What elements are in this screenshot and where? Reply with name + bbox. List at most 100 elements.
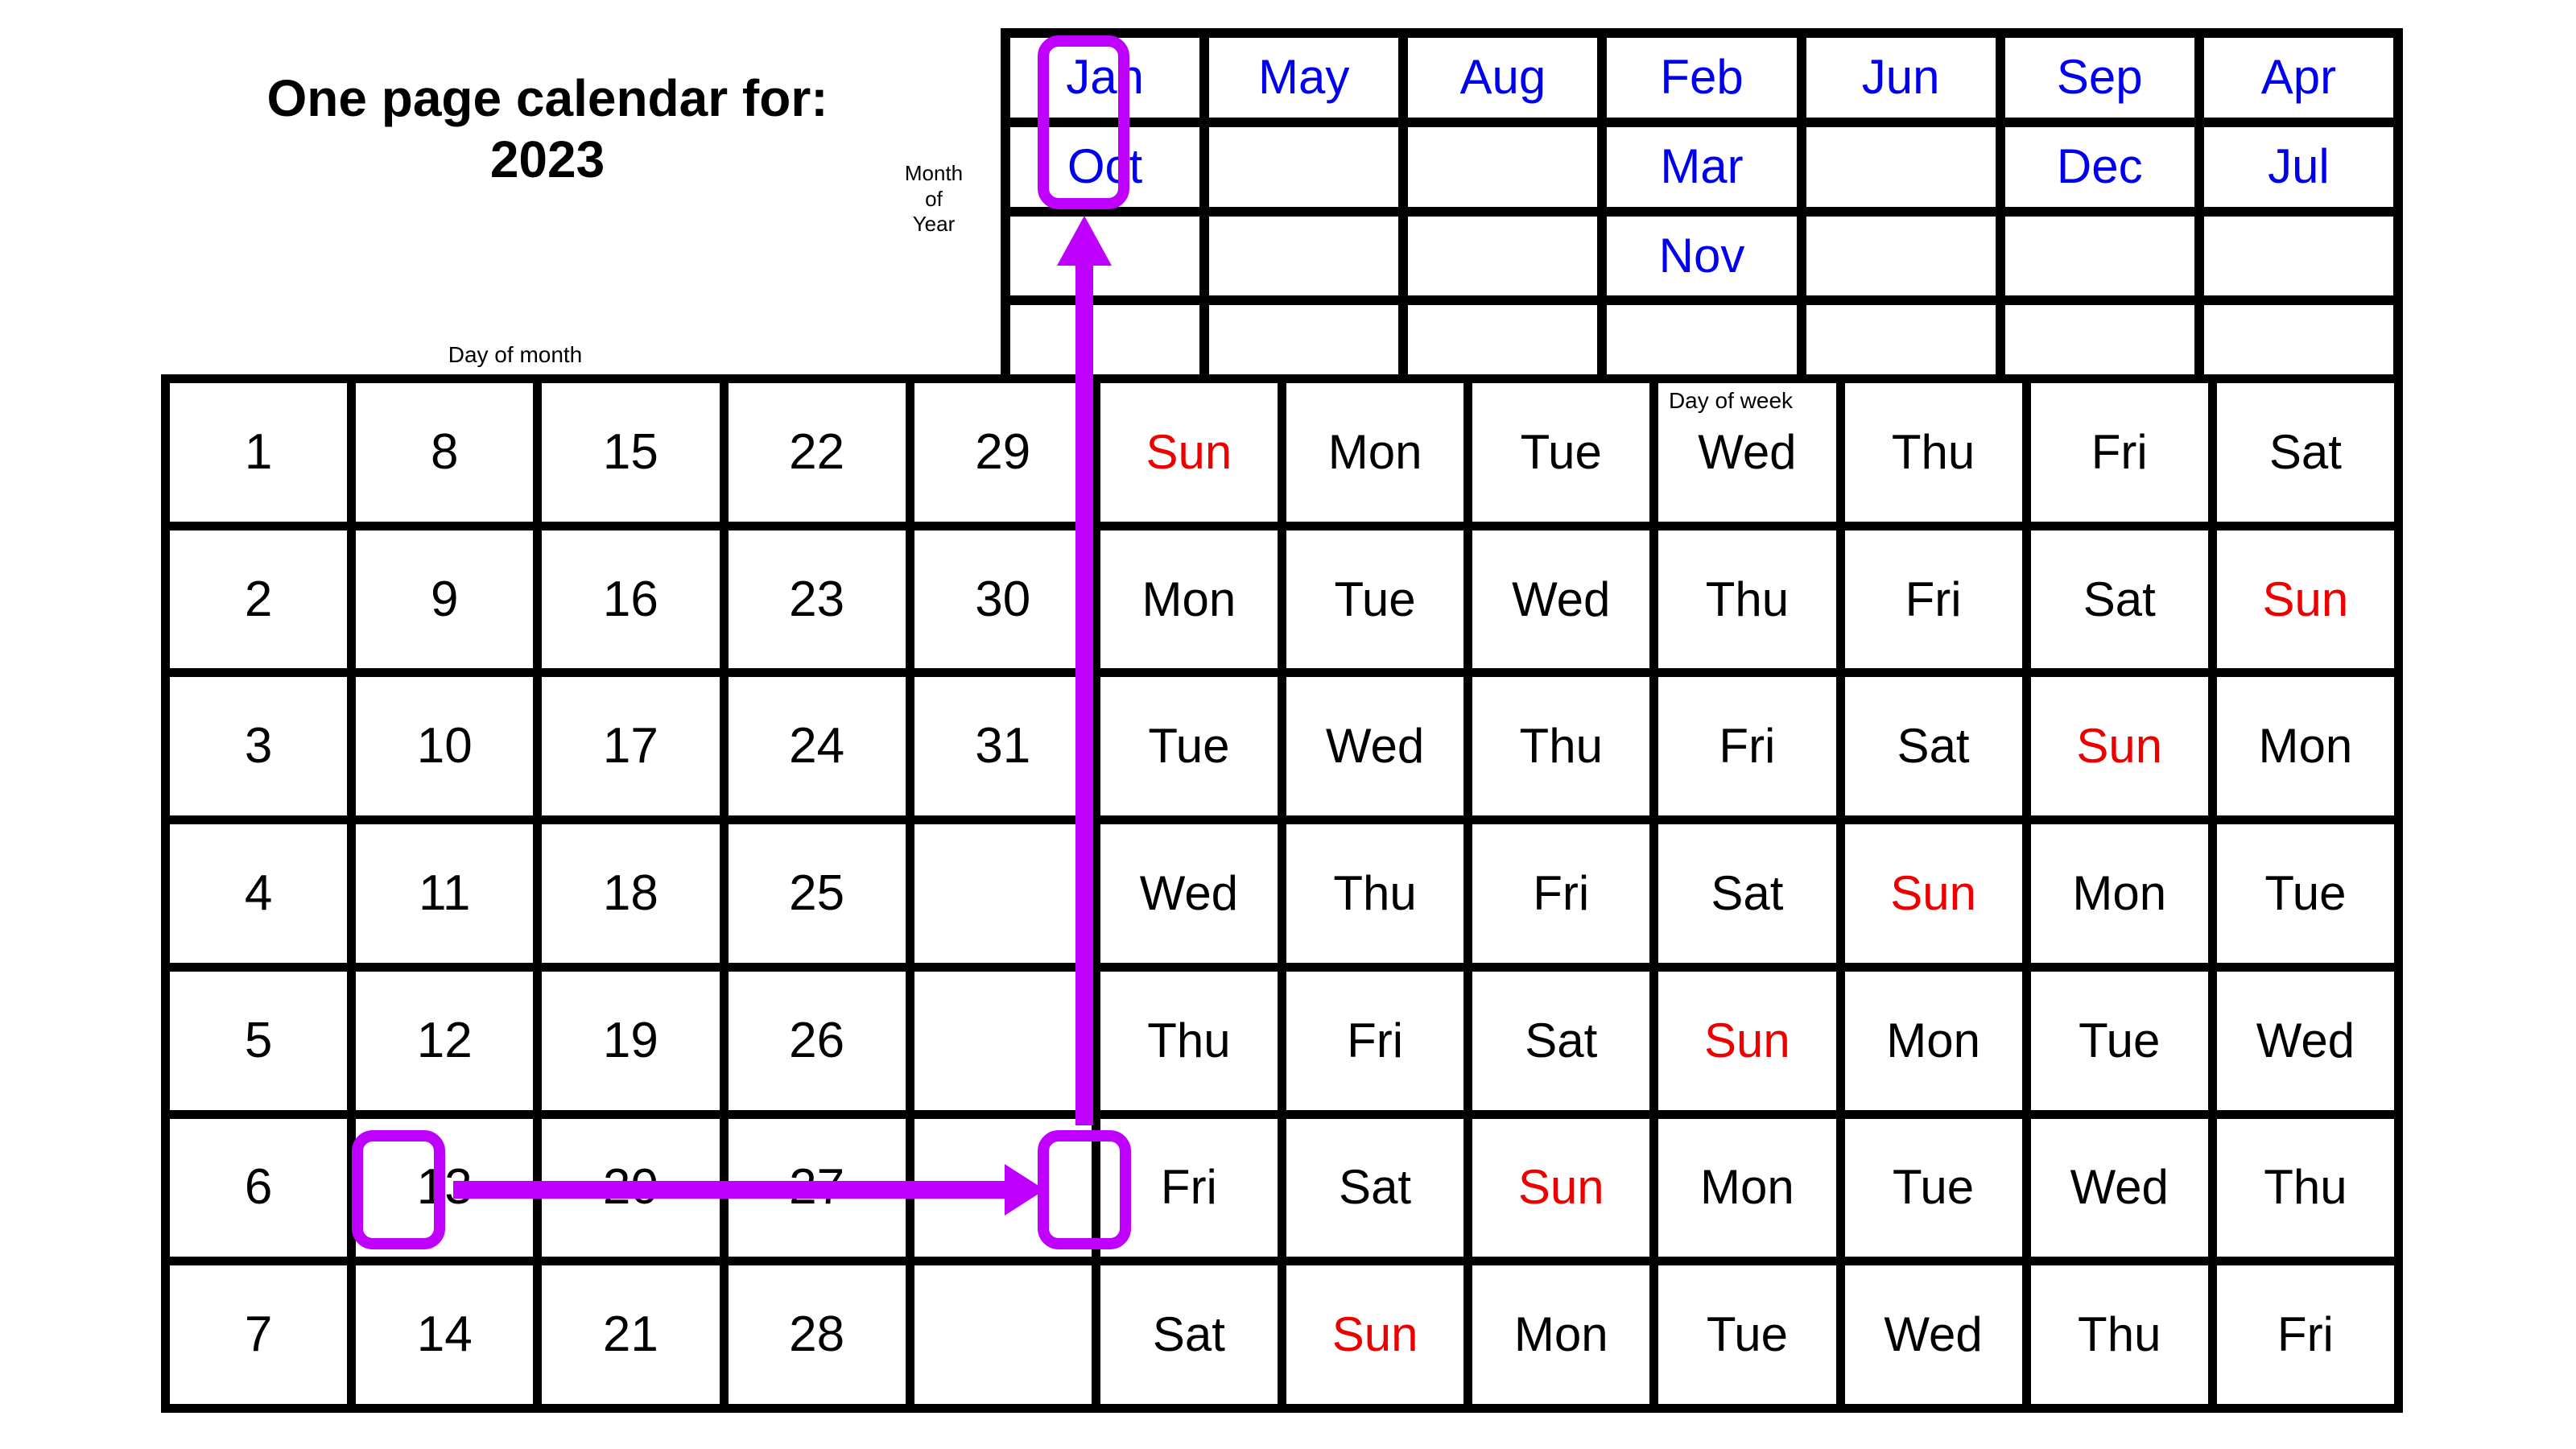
- day-of-week-cell-sun-r5c4[interactable]: Sun: [1658, 971, 1836, 1110]
- day-of-week-cell-tue-r7c4[interactable]: Tue: [1658, 1265, 1836, 1404]
- month-cell-jun[interactable]: Jun: [1806, 38, 1996, 118]
- day-of-week-cell-sat-r7c1[interactable]: Sat: [1100, 1265, 1278, 1404]
- day-of-month-cell-8[interactable]: 8: [356, 383, 534, 522]
- day-of-month-cell-27[interactable]: 27: [728, 1118, 906, 1257]
- day-of-month-cell-24[interactable]: 24: [728, 677, 906, 816]
- day-of-week-cell-fri-r3c4[interactable]: Fri: [1658, 677, 1836, 816]
- day-of-month-cell-21[interactable]: 21: [542, 1265, 720, 1404]
- day-of-month-cell-7[interactable]: 7: [170, 1265, 348, 1404]
- day-of-month-cell-12[interactable]: 12: [356, 971, 534, 1110]
- month-cell-jan[interactable]: Jan: [1010, 38, 1200, 118]
- day-of-week-cell-thu-r6c7[interactable]: Thu: [2216, 1118, 2394, 1257]
- day-of-week-cell-sat-r1c7[interactable]: Sat: [2216, 383, 2394, 522]
- day-of-month-cell-30[interactable]: 30: [914, 530, 1092, 669]
- day-of-month-cell-22[interactable]: 22: [728, 383, 906, 522]
- day-of-week-cell-tue-r2c2[interactable]: Tue: [1286, 530, 1464, 669]
- month-cell-jul[interactable]: Jul: [2203, 126, 2393, 207]
- month-cell-dec[interactable]: Dec: [2004, 126, 2194, 207]
- day-of-week-cell-mon-r5c5[interactable]: Mon: [1844, 971, 2022, 1110]
- day-of-week-cell-sat-r2c6[interactable]: Sat: [2030, 530, 2208, 669]
- day-of-week-axis-label: Day of week: [1668, 388, 1794, 413]
- day-of-week-cell-tue-r5c6[interactable]: Tue: [2030, 971, 2208, 1110]
- month-cell-apr[interactable]: Apr: [2203, 38, 2393, 118]
- day-of-month-cell-13[interactable]: 13: [356, 1118, 534, 1257]
- day-of-week-cell-mon-r2c1[interactable]: Mon: [1100, 530, 1278, 669]
- day-of-week-cell-mon-r6c4[interactable]: Mon: [1658, 1118, 1836, 1257]
- day-of-month-cell-5[interactable]: 5: [170, 971, 348, 1110]
- day-of-week-cell-mon-r1c2[interactable]: Mon: [1286, 383, 1464, 522]
- day-of-week-cell-thu-r2c4[interactable]: Thu: [1658, 530, 1836, 669]
- month-cell-empty: [1209, 126, 1399, 207]
- day-of-week-cell-sun-r1c1[interactable]: Sun: [1100, 383, 1278, 522]
- day-of-week-cell-tue-r6c5[interactable]: Tue: [1844, 1118, 2022, 1257]
- day-of-month-cell-3[interactable]: 3: [170, 677, 348, 816]
- day-of-month-cell-31[interactable]: 31: [914, 677, 1092, 816]
- day-of-week-cell-fri-r2c5[interactable]: Fri: [1844, 530, 2022, 669]
- day-of-month-cell-16[interactable]: 16: [542, 530, 720, 669]
- day-of-week-cell-fri-r6c1[interactable]: Fri: [1100, 1118, 1278, 1257]
- month-cell-aug[interactable]: Aug: [1408, 38, 1598, 118]
- month-cell-empty: [1607, 305, 1797, 385]
- day-of-week-cell-thu-r1c5[interactable]: Thu: [1844, 383, 2022, 522]
- month-cell-may[interactable]: May: [1209, 38, 1399, 118]
- day-of-month-cell-14[interactable]: 14: [356, 1265, 534, 1404]
- day-of-week-cell-tue-r1c3[interactable]: Tue: [1472, 383, 1650, 522]
- day-of-week-cell-fri-r7c7[interactable]: Fri: [2216, 1265, 2394, 1404]
- day-of-week-cell-sun-r7c2[interactable]: Sun: [1286, 1265, 1464, 1404]
- day-of-month-cell-29[interactable]: 29: [914, 383, 1092, 522]
- day-of-week-cell-mon-r7c3[interactable]: Mon: [1472, 1265, 1650, 1404]
- day-of-week-cell-wed-r4c1[interactable]: Wed: [1100, 824, 1278, 963]
- day-of-month-cell-23[interactable]: 23: [728, 530, 906, 669]
- day-of-week-cell-wed-r7c5[interactable]: Wed: [1844, 1265, 2022, 1404]
- month-cell-empty: [1010, 216, 1200, 296]
- day-of-week-cell-sat-r4c4[interactable]: Sat: [1658, 824, 1836, 963]
- day-of-week-cell-tue-r4c7[interactable]: Tue: [2216, 824, 2394, 963]
- month-cell-empty: [1408, 126, 1598, 207]
- day-of-week-cell-mon-r4c6[interactable]: Mon: [2030, 824, 2208, 963]
- day-of-month-cell-10[interactable]: 10: [356, 677, 534, 816]
- day-of-month-cell-18[interactable]: 18: [542, 824, 720, 963]
- day-of-week-cell-wed-r6c6[interactable]: Wed: [2030, 1118, 2208, 1257]
- day-of-month-cell-26[interactable]: 26: [728, 971, 906, 1110]
- day-of-week-cell-wed-r2c3[interactable]: Wed: [1472, 530, 1650, 669]
- day-of-month-cell-4[interactable]: 4: [170, 824, 348, 963]
- day-of-month-cell-25[interactable]: 25: [728, 824, 906, 963]
- day-of-month-cell-28[interactable]: 28: [728, 1265, 906, 1404]
- day-of-week-cell-sat-r3c5[interactable]: Sat: [1844, 677, 2022, 816]
- month-cell-empty: [1408, 216, 1598, 296]
- day-of-week-cell-sun-r2c7[interactable]: Sun: [2216, 530, 2394, 669]
- day-of-week-cell-thu-r4c2[interactable]: Thu: [1286, 824, 1464, 963]
- day-of-month-cell-2[interactable]: 2: [170, 530, 348, 669]
- day-of-week-cell-fri-r4c3[interactable]: Fri: [1472, 824, 1650, 963]
- day-of-week-cell-sat-r5c3[interactable]: Sat: [1472, 971, 1650, 1110]
- day-of-week-cell-wed-r3c2[interactable]: Wed: [1286, 677, 1464, 816]
- month-cell-empty: [1010, 305, 1200, 385]
- day-of-week-cell-sat-r6c2[interactable]: Sat: [1286, 1118, 1464, 1257]
- day-of-month-cell-1[interactable]: 1: [170, 383, 348, 522]
- month-cell-nov[interactable]: Nov: [1607, 216, 1797, 296]
- month-cell-feb[interactable]: Feb: [1607, 38, 1797, 118]
- day-of-month-cell-6[interactable]: 6: [170, 1118, 348, 1257]
- day-of-month-cell-17[interactable]: 17: [542, 677, 720, 816]
- month-cell-empty: [2203, 216, 2393, 296]
- month-of-year-label-line3: Year: [912, 212, 956, 237]
- day-of-week-cell-thu-r7c6[interactable]: Thu: [2030, 1265, 2208, 1404]
- day-of-week-cell-wed-r5c7[interactable]: Wed: [2216, 971, 2394, 1110]
- day-of-week-cell-fri-r5c2[interactable]: Fri: [1286, 971, 1464, 1110]
- day-of-week-cell-thu-r5c1[interactable]: Thu: [1100, 971, 1278, 1110]
- day-of-month-cell-20[interactable]: 20: [542, 1118, 720, 1257]
- day-of-week-cell-mon-r3c7[interactable]: Mon: [2216, 677, 2394, 816]
- month-cell-mar[interactable]: Mar: [1607, 126, 1797, 207]
- day-of-week-cell-sun-r3c6[interactable]: Sun: [2030, 677, 2208, 816]
- day-of-week-cell-fri-r1c6[interactable]: Fri: [2030, 383, 2208, 522]
- day-of-month-cell-9[interactable]: 9: [356, 530, 534, 669]
- day-of-week-cell-sun-r4c5[interactable]: Sun: [1844, 824, 2022, 963]
- day-of-month-cell-11[interactable]: 11: [356, 824, 534, 963]
- day-of-week-cell-tue-r3c1[interactable]: Tue: [1100, 677, 1278, 816]
- day-of-month-cell-19[interactable]: 19: [542, 971, 720, 1110]
- day-of-month-cell-15[interactable]: 15: [542, 383, 720, 522]
- day-of-week-cell-thu-r3c3[interactable]: Thu: [1472, 677, 1650, 816]
- month-cell-sep[interactable]: Sep: [2004, 38, 2194, 118]
- month-cell-oct[interactable]: Oct: [1010, 126, 1200, 207]
- day-of-week-cell-sun-r6c3[interactable]: Sun: [1472, 1118, 1650, 1257]
